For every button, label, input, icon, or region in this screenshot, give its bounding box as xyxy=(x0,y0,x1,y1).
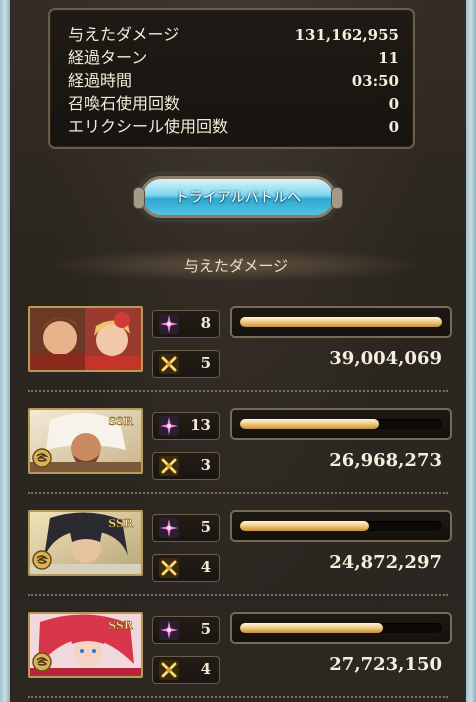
row-divider xyxy=(28,390,448,392)
damage-bar xyxy=(230,612,452,644)
stat-value: 5 xyxy=(200,354,211,372)
damage-bar xyxy=(230,408,452,440)
pink-sparkle-icon xyxy=(159,416,179,436)
stat-box-1: 13 xyxy=(152,412,220,440)
character-portrait[interactable]: SSR xyxy=(28,408,143,474)
stat-value: 4 xyxy=(200,660,211,678)
button-cap-right xyxy=(331,187,343,209)
character-row-1: 8 5 39,004,069 xyxy=(28,306,454,380)
right-frame xyxy=(466,0,476,702)
stat-box-2: 3 xyxy=(152,452,220,480)
stat-value: 5 xyxy=(200,620,211,638)
character-row-4: SSR 5 4 27,723,150 xyxy=(28,612,454,686)
stat-value: 5 xyxy=(200,518,211,536)
battle-summary-box: 与えたダメージ 131,162,955 経過ターン 11 経過時間 03:50 … xyxy=(48,8,415,149)
damage-bar-fill xyxy=(240,521,370,531)
gold-crossed-swords-icon xyxy=(159,354,179,374)
stat-box-2: 5 xyxy=(152,350,220,378)
row-divider xyxy=(28,594,448,596)
gold-crossed-swords-icon xyxy=(159,660,179,680)
summary-value: 0 xyxy=(388,95,399,113)
summary-label: 経過ターン xyxy=(68,48,148,67)
stat-value: 4 xyxy=(200,558,211,576)
left-frame xyxy=(0,0,10,702)
damage-value: 24,872,297 xyxy=(329,552,442,573)
damage-value: 27,723,150 xyxy=(329,654,442,675)
damage-value: 39,004,069 xyxy=(329,348,442,369)
stat-box-1: 8 xyxy=(152,310,220,338)
damage-section-header: 与えたダメージ xyxy=(46,248,426,282)
stat-value: 3 xyxy=(200,456,211,474)
damage-section-title: 与えたダメージ xyxy=(183,256,289,275)
rarity-badge: SSR xyxy=(108,517,134,530)
character-row-3: SSR 5 4 24,872,297 xyxy=(28,510,454,584)
stat-value: 13 xyxy=(190,416,211,434)
summary-row-damage: 与えたダメージ 131,162,955 xyxy=(68,24,399,46)
trial-battle-button-label: トライアルバトルへ xyxy=(174,190,302,206)
pink-sparkle-icon xyxy=(159,314,179,334)
summary-label: 召喚石使用回数 xyxy=(68,94,181,113)
rarity-badge: SSR xyxy=(108,619,134,632)
rarity-badge: SSR xyxy=(108,415,134,428)
summary-label: 経過時間 xyxy=(68,71,133,90)
stat-box-2: 4 xyxy=(152,656,220,684)
summary-row-time: 経過時間 03:50 xyxy=(68,70,399,92)
summary-value: 0 xyxy=(388,118,399,136)
character-portrait[interactable]: SSR xyxy=(28,510,143,576)
damage-bar-track xyxy=(240,419,442,429)
gold-crossed-swords-icon xyxy=(159,456,179,476)
wind-element-icon xyxy=(32,550,52,570)
character-row-2: SSR 13 3 26,968,273 xyxy=(28,408,454,482)
damage-bar xyxy=(230,510,452,542)
summary-row-elixirs: エリクシール使用回数 0 xyxy=(68,116,399,138)
stat-box-2: 4 xyxy=(152,554,220,582)
damage-bar-fill xyxy=(240,317,442,327)
row-divider xyxy=(28,492,448,494)
wind-element-icon xyxy=(32,448,52,468)
summary-value: 11 xyxy=(378,49,399,67)
wind-element-icon xyxy=(32,652,52,672)
damage-bar-fill xyxy=(240,623,384,633)
character-portrait[interactable] xyxy=(28,306,143,372)
damage-bar-track xyxy=(240,623,442,633)
summary-value: 03:50 xyxy=(351,72,399,90)
summary-row-summons: 召喚石使用回数 0 xyxy=(68,93,399,115)
summary-row-turns: 経過ターン 11 xyxy=(68,47,399,69)
stat-box-1: 5 xyxy=(152,616,220,644)
summary-value: 131,162,955 xyxy=(294,26,399,44)
pink-sparkle-icon xyxy=(159,518,179,538)
damage-value: 26,968,273 xyxy=(329,450,442,471)
stat-value: 8 xyxy=(200,314,211,332)
gold-crossed-swords-icon xyxy=(159,558,179,578)
trial-battle-button[interactable]: トライアルバトルへ xyxy=(133,176,343,218)
damage-bar-track xyxy=(240,521,442,531)
row-divider xyxy=(28,696,448,698)
damage-bar-track xyxy=(240,317,442,327)
pink-sparkle-icon xyxy=(159,620,179,640)
summary-label: 与えたダメージ xyxy=(68,25,180,44)
character-portrait[interactable]: SSR xyxy=(28,612,143,678)
stat-box-1: 5 xyxy=(152,514,220,542)
summary-label: エリクシール使用回数 xyxy=(68,117,229,136)
damage-bar-fill xyxy=(240,419,380,429)
button-cap-left xyxy=(133,187,145,209)
damage-bar xyxy=(230,306,452,338)
